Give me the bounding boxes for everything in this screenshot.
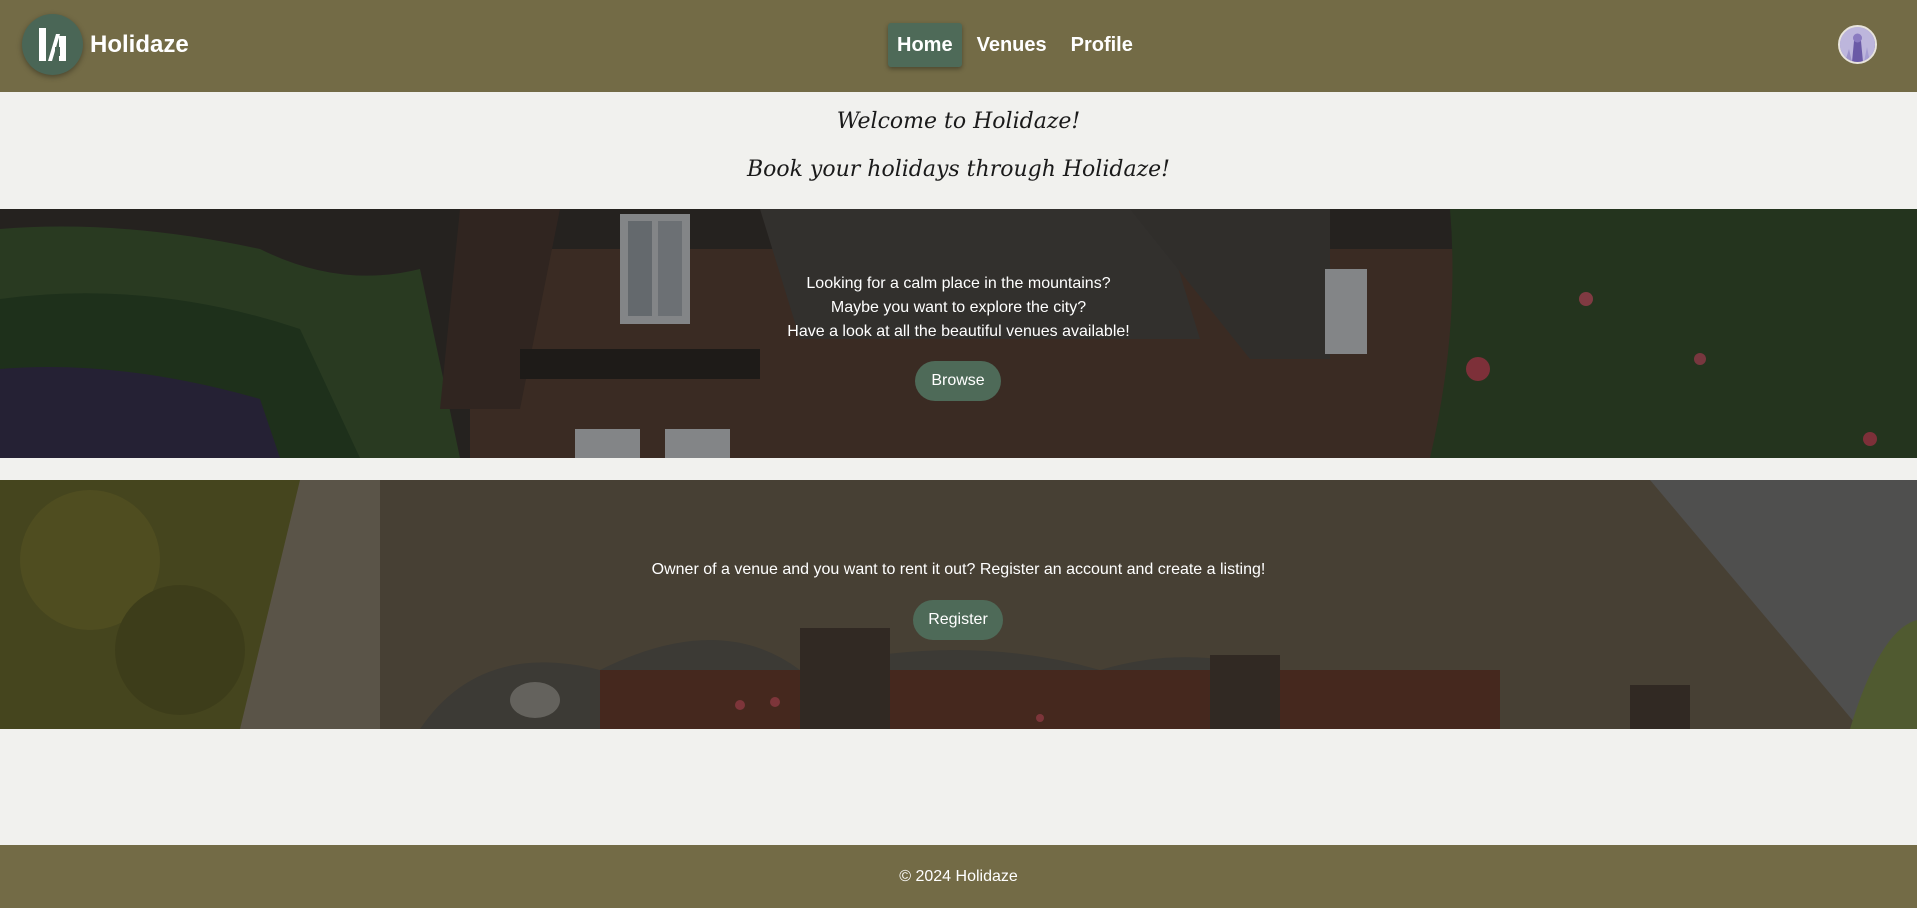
welcome-section: Welcome to Holidaze! Book your holidays …	[0, 92, 1917, 209]
register-button[interactable]: Register	[913, 600, 1003, 640]
nav-profile-link[interactable]: Profile	[1062, 23, 1142, 67]
nav-venues-link[interactable]: Venues	[968, 23, 1056, 67]
site-header: Holidaze Home Venues Profile	[0, 0, 1917, 92]
register-banner-text: Owner of a venue and you want to rent it…	[0, 558, 1917, 582]
footer-copyright: © 2024 Holidaze	[899, 868, 1018, 885]
browse-banner-text: Looking for a calm place in the mountain…	[0, 272, 1917, 344]
user-avatar[interactable]	[1838, 25, 1877, 64]
brand-name[interactable]: Holidaze	[90, 29, 189, 61]
welcome-title: Welcome to Holidaze!	[836, 109, 1081, 134]
welcome-subtitle: Book your holidays through Holidaze!	[746, 157, 1171, 182]
avatar-image	[1840, 27, 1875, 62]
main-nav: Home Venues Profile	[888, 23, 1148, 67]
register-banner: Owner of a venue and you want to rent it…	[0, 480, 1917, 729]
site-footer: © 2024 Holidaze	[0, 845, 1917, 908]
nav-home-link[interactable]: Home	[888, 23, 962, 67]
browse-banner: Looking for a calm place in the mountain…	[0, 209, 1917, 458]
browse-button[interactable]: Browse	[915, 361, 1001, 401]
browse-banner-line: Have a look at all the beautiful venues …	[787, 323, 1130, 340]
browse-banner-line: Maybe you want to explore the city?	[830, 299, 1087, 316]
register-banner-line: Owner of a venue and you want to rent it…	[651, 561, 1266, 578]
browse-banner-line: Looking for a calm place in the mountain…	[806, 275, 1111, 292]
holidaze-logo-icon[interactable]	[22, 14, 83, 75]
